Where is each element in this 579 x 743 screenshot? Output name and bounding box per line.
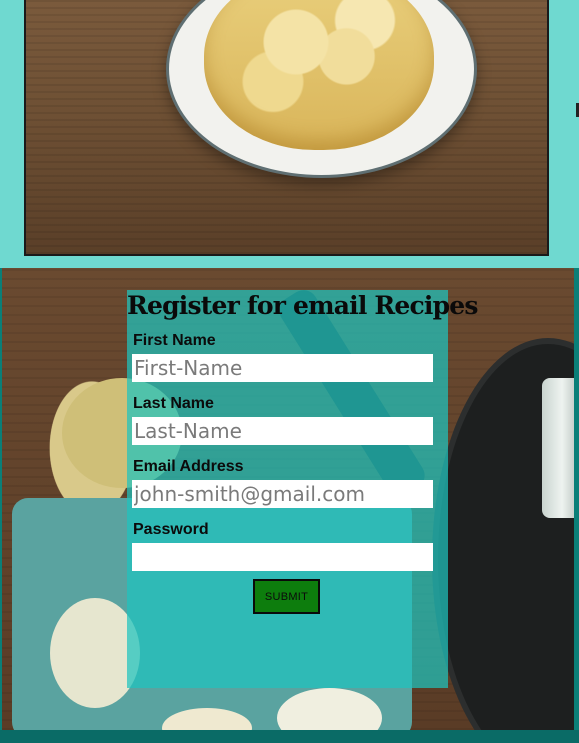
- registration-form: Register for email Recipes First Name La…: [127, 290, 478, 688]
- last-name-label: Last Name: [133, 395, 214, 412]
- email-input[interactable]: [132, 480, 433, 508]
- last-name-input[interactable]: [132, 417, 433, 445]
- first-name-label: First Name: [133, 332, 216, 349]
- top-photo-section: [0, 0, 579, 268]
- form-title: Register for email Recipes: [127, 291, 478, 320]
- password-label: Password: [133, 521, 209, 538]
- submit-button[interactable]: SUBMIT: [253, 579, 320, 614]
- email-label: Email Address: [133, 458, 244, 475]
- password-input[interactable]: [132, 543, 433, 571]
- apple-cake-photo: [24, 0, 549, 256]
- bottle: [542, 378, 574, 518]
- footer-bar: [0, 730, 579, 743]
- first-name-input[interactable]: [132, 354, 433, 382]
